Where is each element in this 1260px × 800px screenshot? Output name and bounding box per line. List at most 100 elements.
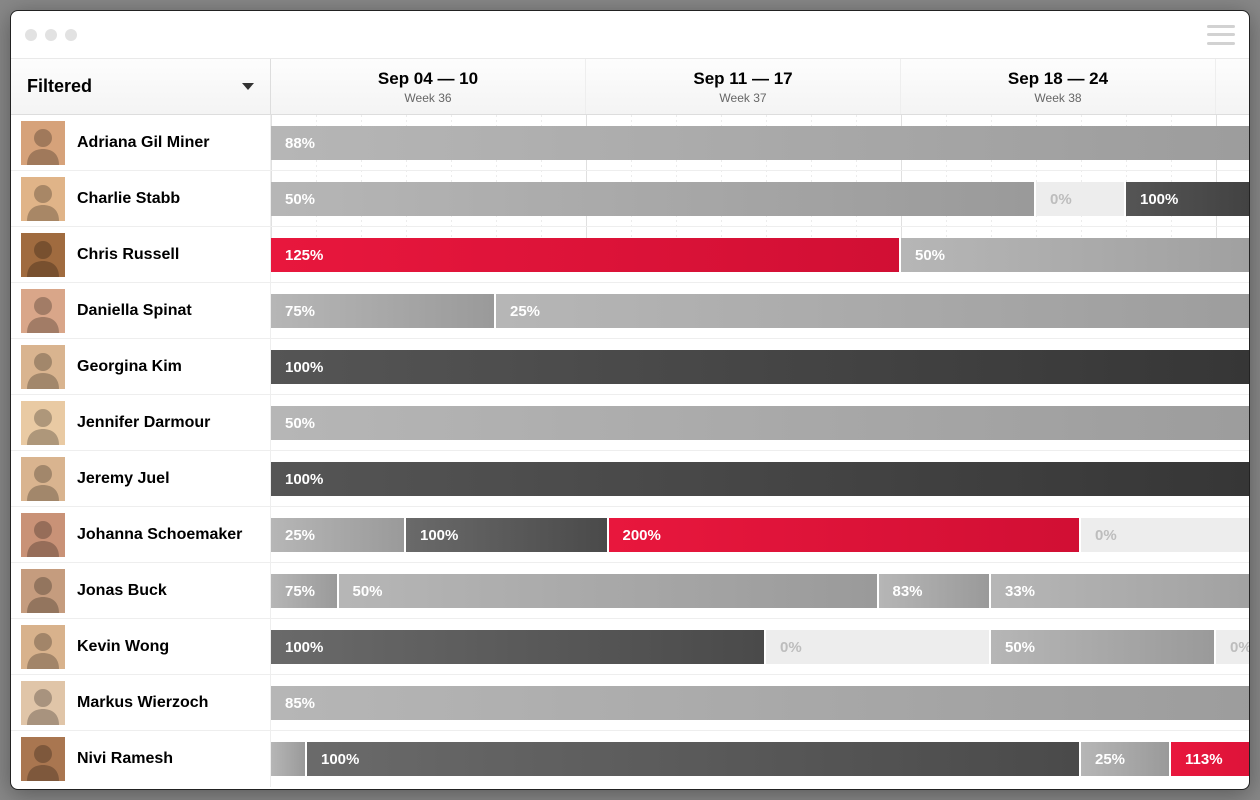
person-cell[interactable]: Jonas Buck: [11, 563, 271, 618]
window-controls[interactable]: [25, 29, 77, 41]
week-header: Sep 04 — 10 Week 36: [271, 59, 586, 114]
table-row: Charlie Stabb 50%0%100%: [11, 171, 1249, 227]
avatar: [21, 737, 65, 781]
person-cell[interactable]: Adriana Gil Miner: [11, 115, 271, 170]
person-cell[interactable]: Charlie Stabb: [11, 171, 271, 226]
chevron-down-icon: [242, 83, 254, 90]
filter-dropdown[interactable]: Filtered: [11, 59, 271, 114]
person-name: Jonas Buck: [77, 582, 167, 600]
utilization-lane: 88%: [271, 115, 1249, 170]
utilization-segment[interactable]: 25%: [496, 294, 1249, 328]
person-name: Johanna Schoemaker: [77, 526, 242, 544]
person-name: Jeremy Juel: [77, 470, 170, 488]
person-cell[interactable]: Chris Russell: [11, 227, 271, 282]
utilization-lane: 100%: [271, 451, 1249, 506]
utilization-segment[interactable]: 100%: [271, 630, 764, 664]
utilization-lane: 50%: [271, 395, 1249, 450]
table-row: Johanna Schoemaker 25%100%200%0%: [11, 507, 1249, 563]
person-name: Kevin Wong: [77, 638, 169, 656]
utilization-segment[interactable]: 75%: [271, 294, 494, 328]
week-range: Sep 04 — 10: [378, 69, 478, 89]
timeline-header: Filtered Sep 04 — 10 Week 36 Sep 11 — 17We…: [11, 59, 1249, 115]
avatar: [21, 625, 65, 669]
utilization-segment[interactable]: 50%: [271, 406, 1249, 440]
window-dot[interactable]: [65, 29, 77, 41]
table-row: Kevin Wong100%0%50%0%: [11, 619, 1249, 675]
avatar: [21, 569, 65, 613]
utilization-segment[interactable]: 50%: [901, 238, 1249, 272]
utilization-segment[interactable]: 50%: [271, 182, 1034, 216]
person-name: Jennifer Darmour: [77, 414, 210, 432]
person-cell[interactable]: Markus Wierzoch: [11, 675, 271, 730]
utilization-segment[interactable]: 200%: [609, 518, 1080, 552]
week-number: Week 36: [404, 91, 451, 105]
utilization-segment[interactable]: 25%: [271, 518, 404, 552]
window-dot[interactable]: [45, 29, 57, 41]
people-rows: Adriana Gil Miner88% Charlie Stabb50%0%1…: [11, 115, 1249, 787]
utilization-segment[interactable]: 0%: [1216, 630, 1249, 664]
utilization-segment[interactable]: 0%: [1081, 518, 1249, 552]
week-range: Sep 11 — 17: [693, 69, 792, 89]
utilization-segment[interactable]: 125%: [271, 238, 899, 272]
utilization-lane: 25%100%200%0%: [271, 507, 1249, 562]
utilization-segment[interactable]: 50%: [339, 574, 877, 608]
utilization-segment[interactable]: 0%: [1036, 182, 1124, 216]
utilization-segment[interactable]: 0%: [766, 630, 989, 664]
utilization-segment[interactable]: 88%: [271, 126, 1249, 160]
person-cell[interactable]: Daniella Spinat: [11, 283, 271, 338]
person-cell[interactable]: Nivi Ramesh: [11, 731, 271, 787]
person-cell[interactable]: Kevin Wong: [11, 619, 271, 674]
table-row: Jonas Buck 75%50%83%33%: [11, 563, 1249, 619]
utilization-segment[interactable]: 100%: [271, 350, 1249, 384]
timeline-body[interactable]: Adriana Gil Miner88% Charlie Stabb50%0%1…: [11, 115, 1249, 789]
utilization-segment[interactable]: 75%: [271, 574, 337, 608]
utilization-segment[interactable]: 100%: [406, 518, 607, 552]
person-name: Nivi Ramesh: [77, 750, 173, 768]
utilization-segment[interactable]: 83%: [879, 574, 990, 608]
utilization-segment[interactable]: 50%: [991, 630, 1214, 664]
person-cell[interactable]: Jeremy Juel: [11, 451, 271, 506]
utilization-segment[interactable]: [271, 742, 305, 776]
person-name: Georgina Kim: [77, 358, 182, 376]
utilization-lane: 100%0%50%0%: [271, 619, 1249, 674]
utilization-segment[interactable]: 25%: [1081, 742, 1169, 776]
avatar: [21, 401, 65, 445]
utilization-lane: 85%: [271, 675, 1249, 730]
avatar: [21, 457, 65, 501]
utilization-lane: 125%50%: [271, 227, 1249, 282]
week-columns: Sep 04 — 10Week 36Sep 11 — 17Week 37Sep …: [271, 59, 1249, 114]
utilization-segment[interactable]: 100%: [307, 742, 1079, 776]
week-range: Sep 18 — 24: [1008, 69, 1108, 89]
utilization-lane: 75%25%: [271, 283, 1249, 338]
avatar: [21, 681, 65, 725]
utilization-lane: 75%50%83%33%: [271, 563, 1249, 618]
week-header: Sep 18 — 24Week 38: [901, 59, 1216, 114]
table-row: Jeremy Juel 100%: [11, 451, 1249, 507]
app-window: Filtered Sep 04 — 10 Week 36 Sep 11 — 17We…: [10, 10, 1250, 790]
person-cell[interactable]: Johanna Schoemaker: [11, 507, 271, 562]
utilization-segment[interactable]: 100%: [1126, 182, 1249, 216]
person-cell[interactable]: Georgina Kim: [11, 339, 271, 394]
utilization-segment[interactable]: 85%: [271, 686, 1249, 720]
week-header: Sep 11 — 17Week 37: [586, 59, 901, 114]
person-name: Adriana Gil Miner: [77, 134, 209, 152]
person-name: Markus Wierzoch: [77, 694, 208, 712]
person-name: Charlie Stabb: [77, 190, 180, 208]
utilization-segment[interactable]: 33%: [991, 574, 1249, 608]
table-row: Adriana Gil Miner 88%: [11, 115, 1249, 171]
avatar: [21, 121, 65, 165]
table-row: Chris Russell 125%50%: [11, 227, 1249, 283]
avatar: [21, 177, 65, 221]
person-name: Chris Russell: [77, 246, 179, 264]
avatar: [21, 345, 65, 389]
week-header: Sep: [1216, 59, 1249, 114]
menu-icon[interactable]: [1207, 25, 1235, 45]
table-row: Georgina Kim 100%: [11, 339, 1249, 395]
table-row: Nivi Ramesh 100%25%113%: [11, 731, 1249, 787]
table-row: Markus Wierzoch 85%: [11, 675, 1249, 731]
window-dot[interactable]: [25, 29, 37, 41]
avatar: [21, 233, 65, 277]
utilization-segment[interactable]: 113%: [1171, 742, 1249, 776]
utilization-segment[interactable]: 100%: [271, 462, 1249, 496]
person-cell[interactable]: Jennifer Darmour: [11, 395, 271, 450]
